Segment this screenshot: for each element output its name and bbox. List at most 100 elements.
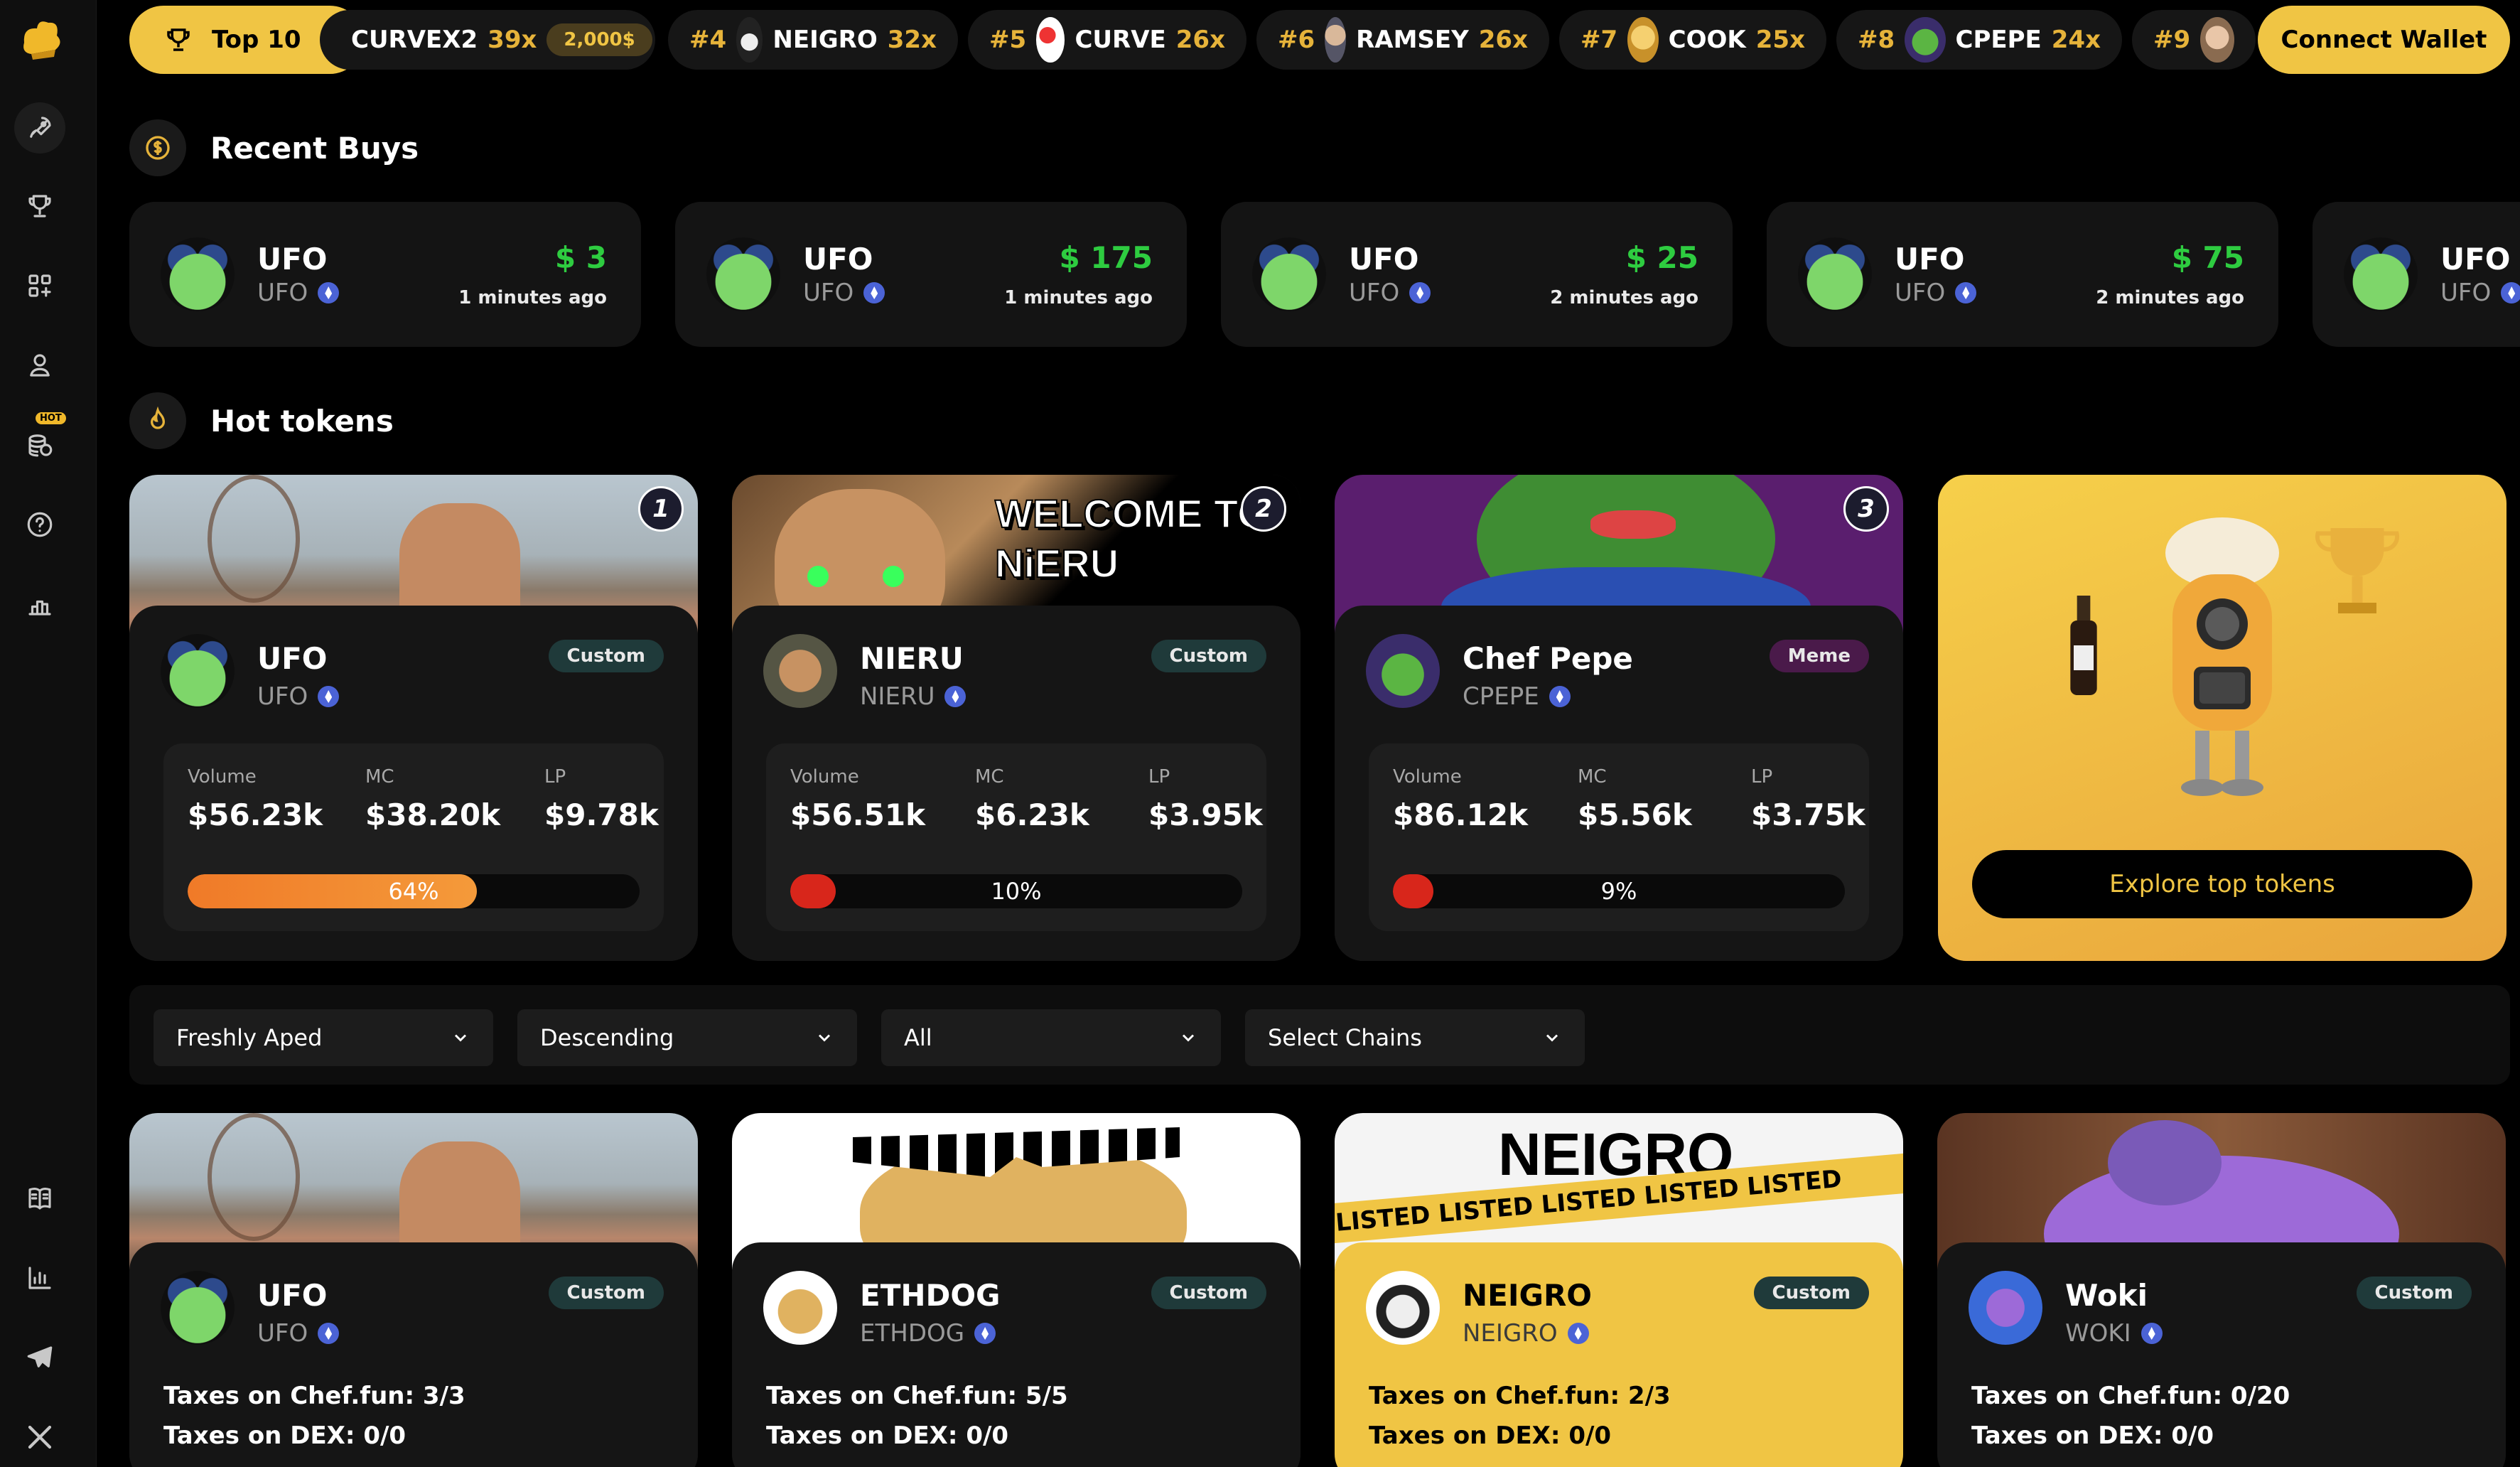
mc-label: MC xyxy=(365,766,394,788)
ethereum-icon xyxy=(2501,282,2520,303)
volume-label: Volume xyxy=(1393,766,1462,788)
hot-token-card[interactable]: WELCOME TO NiERU 2 NIERU NIERU Custom Vo… xyxy=(732,475,1301,961)
card-body: UFO UFO Custom Volume $56.23k MC $38.20k L… xyxy=(129,606,698,961)
hot-token-card[interactable]: 1 UFO UFO Custom Volume $56.23k MC $38.20k… xyxy=(129,475,698,961)
progress-percent: 10% xyxy=(991,878,1042,905)
token-name: UFO xyxy=(257,641,328,676)
ticker-item[interactable]: #5 CURVE 26x xyxy=(968,10,1246,70)
mc-label: MC xyxy=(1578,766,1607,788)
coins-hot-icon[interactable]: HOT xyxy=(14,412,66,471)
ethereum-icon xyxy=(1549,686,1571,707)
token-avatar xyxy=(2344,237,2418,311)
volume-value: $86.12k xyxy=(1393,797,1529,832)
analytics-icon[interactable] xyxy=(14,1252,65,1304)
ethereum-icon xyxy=(863,282,885,303)
category-tag: Custom xyxy=(1753,1277,1869,1309)
order-select-value: Descending xyxy=(540,1024,674,1051)
lp-label: LP xyxy=(544,766,566,788)
card-body: NIERU NIERU Custom Volume $56.51k MC $6.23… xyxy=(732,606,1301,961)
ticker-rank: #5 xyxy=(989,26,1027,54)
chef-tax: Taxes on Chef.fun: 3/3 xyxy=(163,1382,465,1410)
token-avatar xyxy=(1627,17,1659,63)
card-body: Woki WOKI Custom Taxes on Chef.fun: 0/20… xyxy=(1937,1242,2506,1467)
recent-buy-card[interactable]: UFO UFO $ 175 1 minutes ago xyxy=(675,202,1187,347)
token-avatar xyxy=(1905,17,1946,63)
token-symbol: UFO xyxy=(257,682,340,711)
token-avatar xyxy=(161,237,235,311)
explore-top-tokens-button[interactable]: Explore top tokens xyxy=(1972,850,2472,918)
sort-select[interactable]: Freshly Aped xyxy=(154,1009,493,1066)
type-select-value: All xyxy=(904,1024,932,1051)
token-symbol: NEIGRO xyxy=(1463,1319,1589,1348)
recent-buy-card[interactable]: UFO UFO $ 3 1 minutes ago xyxy=(129,202,641,347)
card-body: Chef Pepe CPEPE Meme Volume $86.12k MC $5.… xyxy=(1335,606,1903,961)
token-symbol: UFO xyxy=(2440,279,2520,307)
dex-tax: Taxes on DEX: 0/0 xyxy=(1971,1422,2214,1450)
docs-book-icon[interactable] xyxy=(14,1173,65,1224)
token-symbol: UFO xyxy=(1895,279,1977,307)
category-tag: Custom xyxy=(548,640,664,672)
order-select[interactable]: Descending xyxy=(517,1009,857,1066)
token-card[interactable]: UFO UFO Custom Taxes on Chef.fun: 3/3 Ta… xyxy=(129,1113,698,1467)
launch-rocket-icon[interactable] xyxy=(14,102,65,154)
user-icon[interactable] xyxy=(14,340,65,391)
ticker-name: CURVE xyxy=(1075,26,1166,54)
recent-buy-card[interactable]: UFO UFO xyxy=(2312,202,2520,347)
token-name: NEIGRO xyxy=(1463,1278,1592,1313)
token-avatar xyxy=(1969,1271,2042,1345)
chevron-down-icon xyxy=(1546,1034,1558,1042)
ticker-rank: #4 xyxy=(689,26,727,54)
ticker-item[interactable]: #8 CPEPE 24x xyxy=(1836,10,2122,70)
token-card[interactable]: ETHDOG ETHDOG Custom Taxes on Chef.fun: … xyxy=(732,1113,1301,1467)
ethereum-icon xyxy=(974,1323,996,1344)
token-symbol-text: WOKI xyxy=(2065,1319,2131,1348)
wine-bottle-icon xyxy=(2070,596,2097,695)
type-select[interactable]: All xyxy=(881,1009,1221,1066)
x-twitter-icon[interactable] xyxy=(14,1412,65,1463)
token-avatar xyxy=(763,1271,837,1345)
main-content: Top 10 CURVEX2 39x 2,000$ #4 NEIGRO 32x … xyxy=(97,0,2520,1467)
telegram-icon[interactable] xyxy=(14,1332,65,1383)
buy-time: 1 minutes ago xyxy=(458,287,607,308)
token-avatar xyxy=(161,634,235,708)
token-symbol-text: NEIGRO xyxy=(1463,1319,1558,1348)
buy-time: 1 minutes ago xyxy=(1004,287,1153,308)
token-symbol-text: UFO xyxy=(257,1319,308,1348)
ticker-name: CURVEX2 xyxy=(351,26,478,54)
ticker-amount: 2,000$ xyxy=(546,23,652,56)
explore-top-tokens-card[interactable]: Explore top tokens xyxy=(1938,475,2506,961)
ticker-item[interactable]: #9 xyxy=(2132,10,2256,70)
ticker-mult: 32x xyxy=(887,26,937,54)
token-card[interactable]: Woki WOKI Custom Taxes on Chef.fun: 0/20… xyxy=(1937,1113,2506,1467)
leaderboard-icon[interactable] xyxy=(14,579,65,630)
ticker-item[interactable]: CURVEX2 39x 2,000$ xyxy=(320,10,655,70)
token-name: Chef Pepe xyxy=(1463,641,1633,676)
buy-amount: $ 25 xyxy=(1625,240,1698,275)
section-title: Recent Buys xyxy=(210,130,419,166)
chains-select[interactable]: Select Chains xyxy=(1245,1009,1585,1066)
bonding-progress-bar: 64% xyxy=(188,874,640,908)
hot-token-card[interactable]: 3 Chef Pepe CPEPE Meme Volume $86.12k MC $… xyxy=(1335,475,1903,961)
dollar-coin-icon xyxy=(129,119,186,176)
apps-add-icon[interactable] xyxy=(14,260,65,311)
help-icon[interactable] xyxy=(14,499,65,550)
token-symbol: UFO xyxy=(803,279,885,307)
recent-buy-card[interactable]: UFO UFO $ 25 2 minutes ago xyxy=(1221,202,1733,347)
ticker-item[interactable]: #7 COOK 25x xyxy=(1559,10,1826,70)
ticker-item[interactable]: #6 RAMSEY 26x xyxy=(1256,10,1549,70)
trophy-cup-icon xyxy=(2315,528,2400,613)
chef-robot-mascot-icon xyxy=(2165,517,2279,796)
token-name: Woki xyxy=(2065,1278,2148,1313)
token-name: UFO xyxy=(257,242,328,276)
token-card[interactable]: NEIGRO LISTED LISTED LISTED LISTED LISTE… xyxy=(1335,1113,1903,1467)
trophy-icon[interactable] xyxy=(14,181,65,232)
ticker-item[interactable]: #4 NEIGRO 32x xyxy=(668,10,958,70)
buy-amount: $ 3 xyxy=(554,240,607,275)
section-title: Hot tokens xyxy=(210,403,394,439)
recent-buy-card[interactable]: UFO UFO $ 75 2 minutes ago xyxy=(1767,202,2278,347)
chef-logo-icon[interactable] xyxy=(17,14,65,63)
rank-badge: 2 xyxy=(1241,486,1286,532)
connect-wallet-button[interactable]: Connect Wallet xyxy=(2258,6,2510,74)
hot-badge: HOT xyxy=(36,412,66,424)
token-symbol-text: UFO xyxy=(257,682,308,711)
